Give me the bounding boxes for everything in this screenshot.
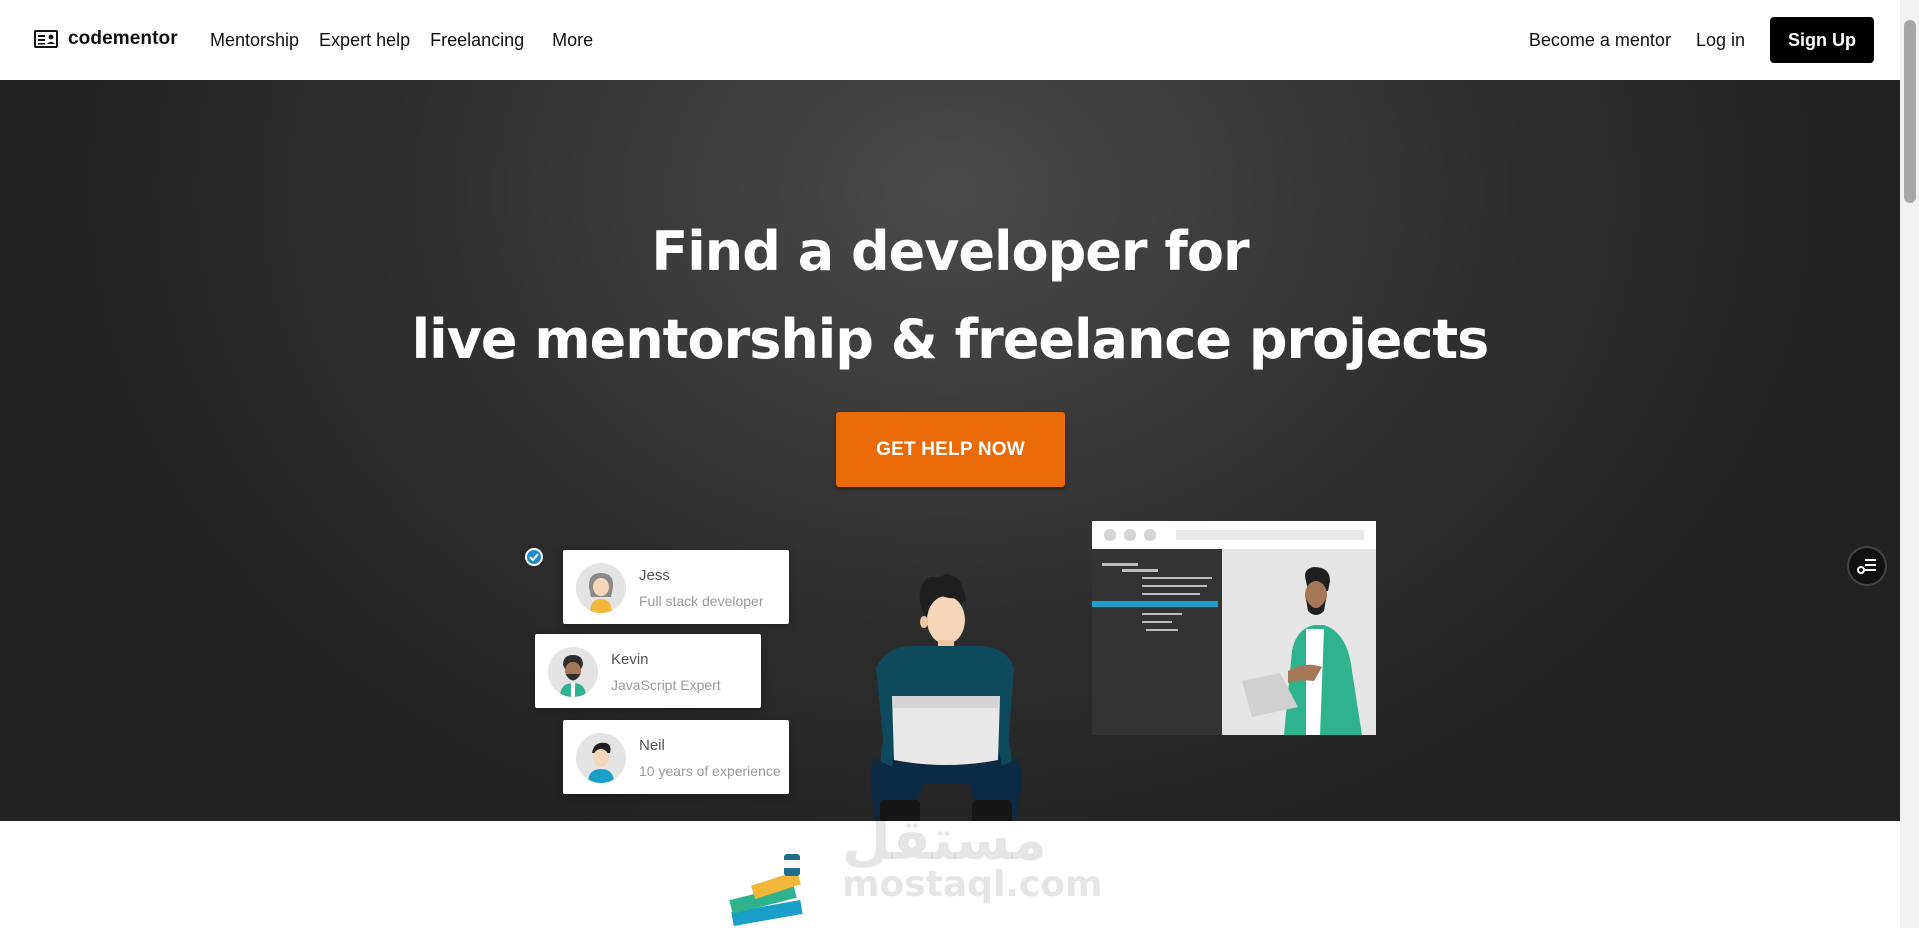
nav-more[interactable]: More: [552, 30, 593, 51]
profile-name-neil: Neil: [639, 737, 665, 754]
avatar-jess: [576, 563, 626, 613]
login-link[interactable]: Log in: [1696, 30, 1745, 51]
scrollbar-thumb[interactable]: [1904, 20, 1916, 203]
avatar-neil: [576, 733, 626, 783]
person-jess-icon: [576, 563, 626, 613]
profile-role-jess: Full stack developer: [639, 593, 764, 609]
profile-card-kevin: Kevin JavaScript Expert: [535, 634, 761, 708]
developer-with-laptop-illustration: [870, 574, 1022, 821]
profile-name-jess: Jess: [639, 567, 670, 584]
brand-logo[interactable]: codementor: [34, 28, 178, 50]
person-kevin-icon: [548, 647, 598, 697]
nav-freelancing[interactable]: Freelancing: [430, 30, 524, 51]
hero-title-line1: Find a developer for: [651, 220, 1249, 283]
top-navbar: codementor Mentorship Expert help Freela…: [0, 0, 1900, 80]
hero-title-line2: live mentorship & freelance projects: [411, 308, 1490, 371]
profile-card-jess: Jess Full stack developer: [563, 550, 789, 624]
become-mentor-link[interactable]: Become a mentor: [1529, 30, 1671, 51]
nav-expert-help[interactable]: Expert help: [319, 30, 410, 51]
profile-name-kevin: Kevin: [611, 651, 649, 668]
profile-card-neil: Neil 10 years of experience: [563, 720, 789, 794]
watermark-latin: mostaql.com: [842, 864, 1103, 905]
floating-menu-button[interactable]: [1847, 546, 1887, 586]
profile-role-neil: 10 years of experience: [639, 763, 781, 779]
nav-mentorship[interactable]: Mentorship: [210, 30, 299, 51]
brand-name: codementor: [68, 28, 178, 49]
get-help-now-button[interactable]: GET HELP NOW: [836, 412, 1065, 487]
person-neil-icon: [576, 733, 626, 783]
profile-role-kevin: JavaScript Expert: [611, 677, 721, 693]
page-scrollbar[interactable]: [1900, 0, 1919, 928]
account-nav: Become a mentor Log in Sign Up: [1529, 17, 1874, 63]
hero-section: Find a developer for live mentorship & f…: [0, 80, 1900, 821]
list-settings-icon: [1857, 559, 1876, 574]
video-call-window-illustration: [1092, 521, 1376, 735]
signup-button[interactable]: Sign Up: [1770, 17, 1874, 63]
codementor-logo-icon: [34, 30, 58, 48]
books-and-mug-illustration: [729, 854, 803, 926]
primary-nav: Mentorship Expert help Freelancing More: [210, 0, 613, 80]
avatar-kevin: [548, 647, 598, 697]
selected-check-icon: [525, 548, 543, 566]
